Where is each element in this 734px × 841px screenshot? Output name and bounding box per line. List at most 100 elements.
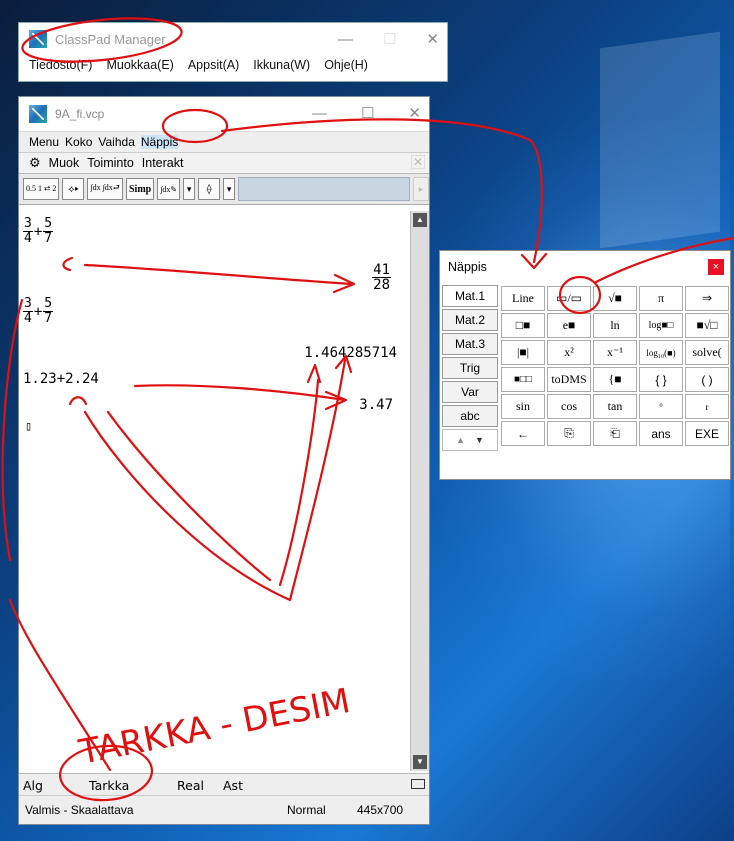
key-sqrt[interactable]: √■: [593, 286, 637, 311]
menu-toiminto[interactable]: Toiminto: [87, 156, 134, 170]
real-mode-label[interactable]: Real: [177, 778, 204, 793]
vcp-close-button[interactable]: ✕: [408, 104, 421, 122]
graph-button[interactable]: ⟠: [198, 178, 221, 200]
dropdown-arrow-icon[interactable]: ▾: [223, 178, 236, 200]
menu-appsit[interactable]: Appsit(A): [188, 58, 239, 72]
minimize-button[interactable]: —: [338, 31, 353, 48]
vcp-document-window: 9A_fi.vcp — ☐ ✕ Menu Koko Vaihda Näppis …: [18, 96, 430, 825]
tab-mat1[interactable]: Mat.1: [442, 285, 498, 307]
key-exe[interactable]: EXE: [685, 421, 729, 446]
status-text: Valmis - Skaalattava: [25, 803, 134, 817]
tab-abc[interactable]: abc: [442, 405, 498, 427]
key-square[interactable]: x²: [547, 340, 591, 365]
tab-scroller[interactable]: ▲ ▼: [442, 429, 498, 451]
scroll-down-icon[interactable]: ▼: [413, 755, 427, 769]
main-work-area[interactable]: 34 + 57 41 28 34 + 57 1.464285714 1.23+2.…: [19, 211, 411, 771]
key-parens[interactable]: ( ): [685, 367, 729, 392]
tab-trig[interactable]: Trig: [442, 357, 498, 379]
numerator: 41: [372, 262, 391, 278]
menu-ikkuna[interactable]: Ikkuna(W): [253, 58, 310, 72]
vcp-maximize-button[interactable]: ☐: [361, 104, 374, 122]
key-degree[interactable]: °: [639, 394, 683, 419]
scroll-down-icon[interactable]: ▼: [475, 435, 484, 445]
menu-nappis[interactable]: Näppis: [140, 135, 179, 149]
window-size-text: 445x700: [357, 803, 404, 817]
expression-line-3[interactable]: 1.23+2.24: [23, 371, 99, 387]
key-pi[interactable]: π: [639, 286, 683, 311]
key-tan[interactable]: tan: [593, 394, 637, 419]
key-log-base[interactable]: log■□: [639, 313, 683, 338]
expression-line-2[interactable]: 34 + 57: [23, 297, 54, 326]
integral-button[interactable]: ∫dx ∫dx⮐: [87, 178, 123, 200]
denominator: 7: [44, 311, 53, 326]
close-icon[interactable]: ×: [708, 259, 724, 275]
key-nth-root[interactable]: ■√□: [685, 313, 729, 338]
key-abs[interactable]: |■|: [501, 340, 545, 365]
key-piecewise[interactable]: {■: [593, 367, 637, 392]
menu-ohje[interactable]: Ohje(H): [324, 58, 368, 72]
key-radian[interactable]: r: [685, 394, 729, 419]
tab-mat3[interactable]: Mat.3: [442, 333, 498, 355]
vcp-app-icon: [29, 105, 47, 123]
menu-muok[interactable]: Muok: [49, 156, 80, 170]
menu-menu[interactable]: Menu: [29, 135, 59, 149]
classpad-app-icon: [29, 30, 47, 48]
tab-var[interactable]: Var: [442, 381, 498, 403]
fraction: 41 28: [372, 263, 391, 292]
key-log10[interactable]: log₁₀(■): [639, 340, 683, 365]
key-inverse[interactable]: x⁻¹: [593, 340, 637, 365]
menu-tiedosto[interactable]: Tiedosto(F): [29, 58, 92, 72]
key-braces[interactable]: { }: [639, 367, 683, 392]
ast-mode-label[interactable]: Ast: [223, 778, 243, 793]
key-fraction[interactable]: ▭/▭: [547, 286, 591, 311]
gear-icon[interactable]: ⚙: [29, 155, 41, 171]
nappis-titlebar: Näppis ×: [440, 251, 730, 283]
menu-interakt[interactable]: Interakt: [142, 156, 184, 170]
fraction: 57: [43, 297, 54, 326]
integral-edit-button[interactable]: ∫dx✎: [157, 178, 181, 200]
close-button[interactable]: ✕: [426, 30, 439, 48]
fraction-decimal-toggle-button[interactable]: 0.5 1 ⮂ 2: [23, 178, 60, 200]
scroll-up-icon[interactable]: ▲: [413, 213, 427, 227]
key-todms[interactable]: toDMS: [547, 367, 591, 392]
main-toolbar: 0.5 1 ⮂ 2 ⟡▸ ∫dx ∫dx⮐ Simp ∫dx✎ ▾ ⟠ ▾ ▸: [19, 174, 429, 205]
fraction: 57: [43, 217, 54, 246]
menu-muokkaa[interactable]: Muokkaa(E): [106, 58, 173, 72]
key-ans[interactable]: ans: [639, 421, 683, 446]
key-store[interactable]: ⇒: [685, 286, 729, 311]
plus-operator: +: [33, 303, 43, 320]
key-copy[interactable]: ⎘: [547, 421, 591, 446]
key-solve[interactable]: solve(: [685, 340, 729, 365]
tab-mat2[interactable]: Mat.2: [442, 309, 498, 331]
key-paste[interactable]: ⎗: [593, 421, 637, 446]
main-app-menubar: ⚙ Muok Toiminto Interakt ✕: [19, 152, 429, 174]
vcp-minimize-button[interactable]: —: [312, 105, 327, 122]
scroll-up-icon[interactable]: ▲: [456, 435, 465, 445]
key-cos[interactable]: cos: [547, 394, 591, 419]
tarkka-mode-label[interactable]: Tarkka: [89, 778, 129, 793]
input-cursor[interactable]: ▯: [25, 419, 32, 433]
key-ln[interactable]: ln: [593, 313, 637, 338]
submenu-close-icon[interactable]: ✕: [411, 155, 425, 169]
expression-line-1[interactable]: 34 + 57: [23, 217, 54, 246]
keyboard-tabs: Mat.1 Mat.2 Mat.3 Trig Var abc ▲ ▼: [440, 285, 500, 451]
plus-operator: +: [33, 223, 43, 240]
key-line[interactable]: Line: [501, 286, 545, 311]
key-sin[interactable]: sin: [501, 394, 545, 419]
menu-vaihda[interactable]: Vaihda: [98, 135, 134, 149]
vertical-scrollbar[interactable]: ▲ ▼: [410, 211, 429, 771]
maximize-button[interactable]: ☐: [383, 30, 396, 48]
key-exp[interactable]: e■: [547, 313, 591, 338]
toolbar-scroll-icon[interactable]: ▸: [413, 177, 429, 201]
mode-statusbar: Alg Tarkka Real Ast: [19, 773, 429, 796]
key-mixed-fraction[interactable]: ■□□: [501, 367, 545, 392]
simp-button[interactable]: Simp: [126, 178, 155, 200]
key-power[interactable]: □■: [501, 313, 545, 338]
alg-mode-label[interactable]: Alg: [23, 778, 43, 793]
hand-pointer-button[interactable]: ⟡▸: [62, 178, 85, 200]
key-backspace[interactable]: ←: [501, 421, 545, 446]
menu-koko[interactable]: Koko: [65, 135, 92, 149]
statusbar: Valmis - Skaalattava Normal 445x700: [19, 795, 429, 824]
titlebar: ClassPad Manager — ☐ ✕: [19, 23, 447, 55]
dropdown-arrow-icon[interactable]: ▾: [183, 178, 196, 200]
